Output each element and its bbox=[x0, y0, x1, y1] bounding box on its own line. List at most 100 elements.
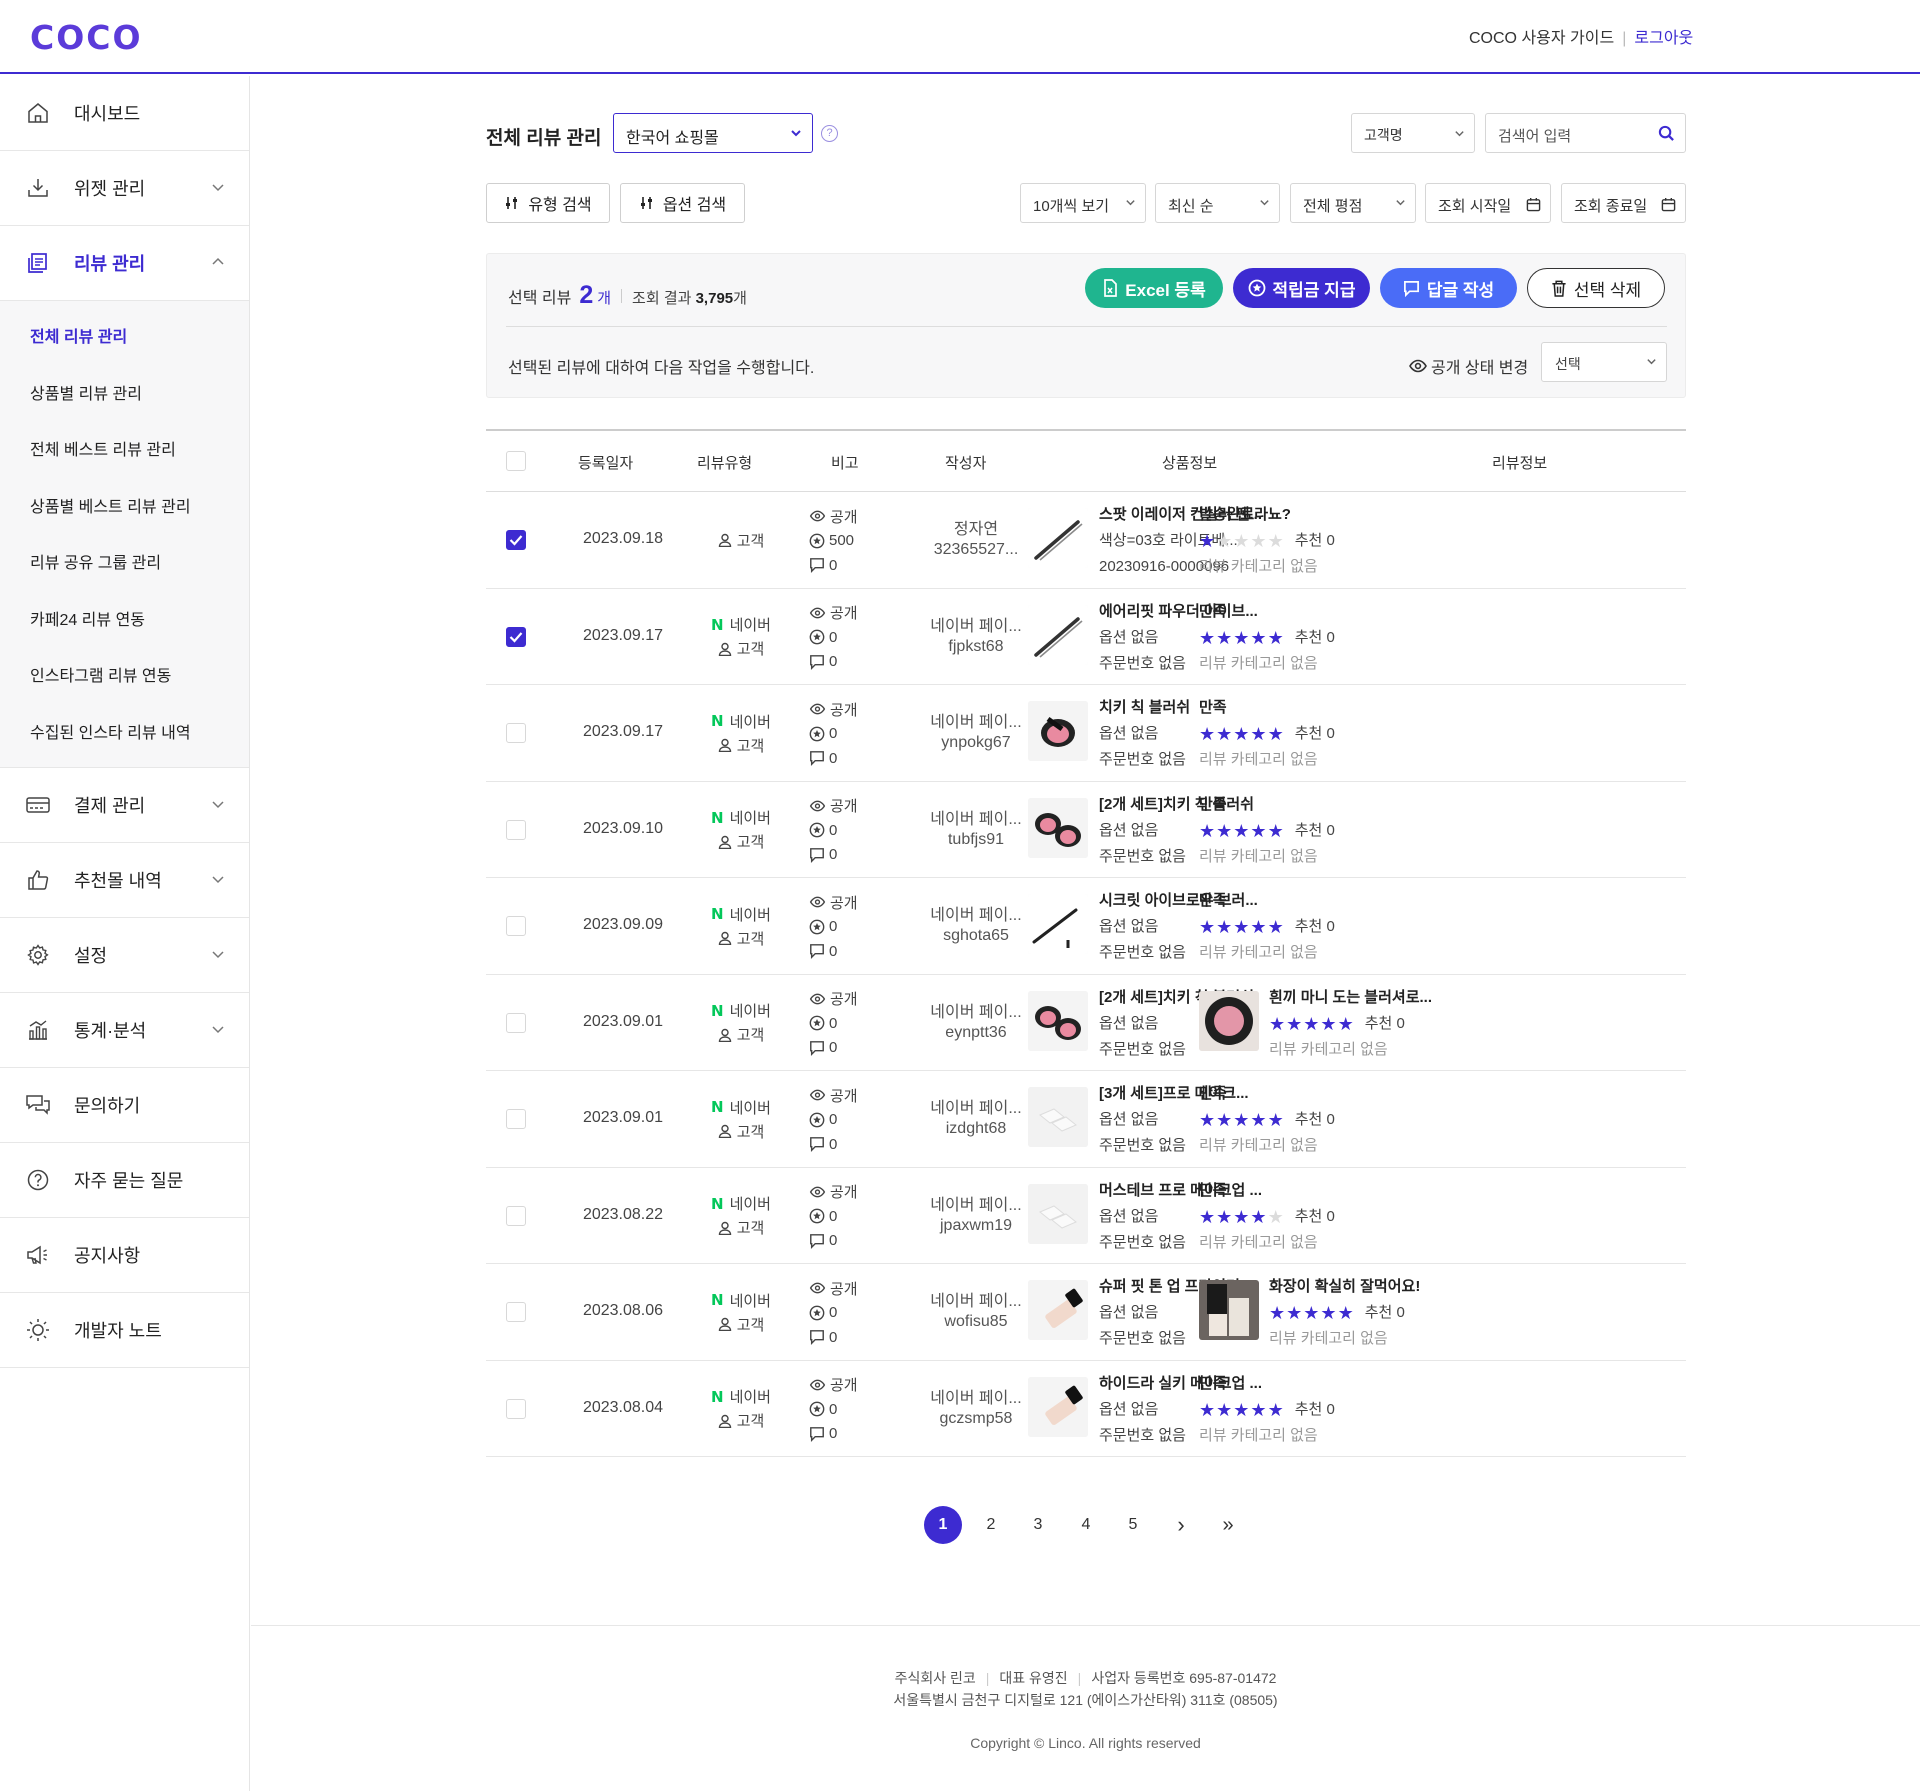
chevron-down-icon[interactable] bbox=[209, 945, 227, 963]
page-button[interactable]: 3 bbox=[1019, 1506, 1057, 1544]
sidebar-item[interactable]: 공지사항 bbox=[0, 1218, 249, 1293]
table-row[interactable]: 2023.08.22 N 네이버 고객 공개 0 0 네이버 페이... jpaxwm19 머스테… bbox=[486, 1168, 1686, 1264]
rating-stars: ★ ★ ★ ★ ★ bbox=[1199, 725, 1285, 743]
next-page-icon[interactable]: › bbox=[1162, 1506, 1200, 1544]
submenu-item[interactable]: 수집된 인스타 리뷰 내역 bbox=[0, 703, 249, 760]
option-search-button[interactable]: 옵션 검색 bbox=[620, 183, 745, 223]
row-checkbox[interactable] bbox=[506, 723, 526, 743]
submenu-item[interactable]: 카페24 리뷰 연동 bbox=[0, 590, 249, 647]
product-thumbnail[interactable] bbox=[1028, 990, 1088, 1051]
logout-link[interactable]: 로그아웃 bbox=[1634, 30, 1693, 47]
page-button[interactable]: 2 bbox=[972, 1506, 1010, 1544]
product-thumbnail[interactable] bbox=[1028, 701, 1088, 761]
table-row[interactable]: 2023.08.04 N 네이버 고객 공개 0 0 네이버 페이... gczsmp58 하이드… bbox=[486, 1361, 1686, 1457]
product-thumbnail[interactable] bbox=[1028, 1280, 1088, 1340]
row-checkbox[interactable] bbox=[506, 1205, 526, 1226]
sidebar-item[interactable]: 통계·분석 bbox=[0, 993, 249, 1068]
customer-field-select[interactable]: 고객명 bbox=[1351, 113, 1475, 153]
product-thumbnail[interactable] bbox=[1028, 604, 1088, 665]
submenu-item[interactable]: 상품별 베스트 리뷰 관리 bbox=[0, 477, 249, 534]
row-checkbox[interactable] bbox=[506, 1109, 526, 1129]
last-page-icon[interactable]: » bbox=[1209, 1506, 1247, 1544]
submenu-item[interactable]: 리뷰 공유 그룹 관리 bbox=[0, 533, 249, 590]
sidebar-item[interactable]: 자주 묻는 질문 bbox=[0, 1143, 249, 1218]
table-row[interactable]: 2023.09.17 N 네이버 고객 공개 0 0 네이버 페이... fjpkst68 에어리… bbox=[486, 589, 1686, 685]
coco-logo[interactable]: COCO bbox=[30, 18, 143, 57]
chevron-up-icon[interactable] bbox=[209, 253, 227, 271]
mall-select[interactable]: 한국어 쇼핑몰 bbox=[613, 113, 813, 153]
submenu-item[interactable]: 전체 리뷰 관리 bbox=[0, 307, 249, 364]
row-checkbox[interactable] bbox=[506, 1302, 526, 1322]
per-page-select[interactable]: 10개씩 보기 bbox=[1020, 183, 1146, 223]
end-date-field[interactable]: 조회 종료일 bbox=[1561, 183, 1686, 223]
chevron-down-icon[interactable] bbox=[209, 178, 227, 196]
select-all-checkbox[interactable] bbox=[506, 451, 526, 471]
product-thumbnail[interactable] bbox=[1028, 894, 1088, 954]
sidebar-item[interactable]: 리뷰 관리 bbox=[0, 226, 249, 301]
help-icon[interactable]: ? bbox=[821, 125, 838, 142]
calendar-icon bbox=[1661, 197, 1676, 212]
user-guide-link[interactable]: COCO 사용자 가이드 bbox=[1469, 30, 1614, 47]
sidebar-item[interactable]: 개발자 노트 bbox=[0, 1293, 249, 1368]
star-icon: ★ bbox=[1267, 627, 1284, 648]
sidebar-item[interactable]: 문의하기 bbox=[0, 1068, 249, 1143]
sidebar-item[interactable]: 설정 bbox=[0, 918, 249, 993]
review-title[interactable]: 만족 bbox=[1199, 792, 1335, 818]
row-checkbox[interactable] bbox=[506, 626, 526, 647]
review-title[interactable]: 만족 bbox=[1199, 695, 1335, 721]
page-button[interactable]: 4 bbox=[1067, 1506, 1105, 1544]
delete-selected-button[interactable]: 선택 삭제 bbox=[1527, 268, 1665, 308]
table-row[interactable]: 2023.09.01 N 네이버 고객 공개 0 0 네이버 페이... izdght68 [3개… bbox=[486, 1071, 1686, 1168]
sidebar-item[interactable]: 위젯 관리 bbox=[0, 151, 249, 226]
chevron-down-icon[interactable] bbox=[209, 1020, 227, 1038]
table-row[interactable]: 2023.09.17 N 네이버 고객 공개 0 0 네이버 페이... ynpokg67 치키 … bbox=[486, 685, 1686, 782]
review-title[interactable]: 만족 bbox=[1199, 1081, 1335, 1107]
product-thumbnail[interactable] bbox=[1028, 1087, 1088, 1147]
type-search-button[interactable]: 유형 검색 bbox=[486, 183, 610, 223]
sidebar-item[interactable]: 대시보드 bbox=[0, 76, 249, 151]
sort-select[interactable]: 최신 순 bbox=[1155, 183, 1280, 223]
review-photo[interactable] bbox=[1199, 1280, 1259, 1340]
review-title[interactable]: 화장이 확실히 잘먹어요! bbox=[1269, 1274, 1420, 1300]
product-thumbnail[interactable] bbox=[1028, 508, 1088, 568]
review-photo[interactable] bbox=[1199, 990, 1259, 1051]
product-thumbnail[interactable] bbox=[1028, 1376, 1088, 1437]
row-checkbox[interactable] bbox=[506, 916, 526, 936]
give-points-button[interactable]: 적립금 지급 bbox=[1233, 268, 1370, 308]
row-checkbox[interactable] bbox=[506, 1398, 526, 1419]
star-icon: ★ bbox=[1216, 917, 1233, 938]
chevron-down-icon[interactable] bbox=[209, 870, 227, 888]
table-row[interactable]: 2023.09.10 N 네이버 고객 공개 0 0 네이버 페이... tubfjs91 [2개… bbox=[486, 782, 1686, 878]
search-input[interactable]: 검색어 입력 bbox=[1485, 113, 1686, 153]
submenu-item[interactable]: 상품별 리뷰 관리 bbox=[0, 364, 249, 421]
product-thumbnail[interactable] bbox=[1028, 797, 1088, 858]
review-info: 만족 ★ ★ ★ ★ ★ 추천 0 리뷰 카테고리 없음 bbox=[1199, 1371, 1335, 1449]
table-row[interactable]: 2023.08.06 N 네이버 고객 공개 0 0 네이버 페이... wofisu85 슈퍼 … bbox=[486, 1264, 1686, 1361]
table-row[interactable]: 2023.09.09 N 네이버 고객 공개 0 0 네이버 페이... sghota65 시크릿… bbox=[486, 878, 1686, 975]
excel-upload-button[interactable]: Excel 등록 bbox=[1085, 268, 1223, 308]
row-checkbox[interactable] bbox=[506, 1012, 526, 1033]
row-checkbox[interactable] bbox=[506, 819, 526, 840]
chevron-down-icon[interactable] bbox=[209, 795, 227, 813]
submenu-item[interactable]: 전체 베스트 리뷰 관리 bbox=[0, 420, 249, 477]
write-reply-button[interactable]: 답글 작성 bbox=[1380, 268, 1517, 308]
table-row[interactable]: 2023.09.01 N 네이버 고객 공개 0 0 네이버 페이... eynptt36 [2개… bbox=[486, 975, 1686, 1071]
page-button[interactable]: 1 bbox=[924, 1506, 962, 1544]
table-row[interactable]: 2023.09.18 고객 공개 500 0 정자연 32365527... 스팟 이레이저 … bbox=[486, 492, 1686, 589]
submenu-item[interactable]: 인스타그램 리뷰 연동 bbox=[0, 646, 249, 703]
sidebar-item[interactable]: 결제 관리 bbox=[0, 768, 249, 843]
review-title[interactable]: 만족 bbox=[1199, 1371, 1335, 1397]
sidebar-item[interactable]: 추천몰 내역 bbox=[0, 843, 249, 918]
rating-select[interactable]: 전체 평점 bbox=[1290, 183, 1416, 223]
product-thumbnail[interactable] bbox=[1028, 1183, 1088, 1244]
row-checkbox[interactable] bbox=[506, 530, 526, 550]
review-title[interactable]: 흰끼 마니 도는 블러셔로... bbox=[1269, 985, 1432, 1011]
review-title[interactable]: 만족 bbox=[1199, 1178, 1335, 1204]
page-button[interactable]: 5 bbox=[1114, 1506, 1152, 1544]
review-title[interactable]: 만족 bbox=[1199, 888, 1335, 914]
start-date-field[interactable]: 조회 시작일 bbox=[1425, 183, 1551, 223]
visibility-select[interactable]: 선택 bbox=[1541, 342, 1667, 382]
search-icon[interactable] bbox=[1658, 125, 1675, 142]
review-title[interactable]: 만족 bbox=[1199, 599, 1335, 625]
review-title[interactable]: 발송완료라뇨? bbox=[1199, 502, 1335, 528]
